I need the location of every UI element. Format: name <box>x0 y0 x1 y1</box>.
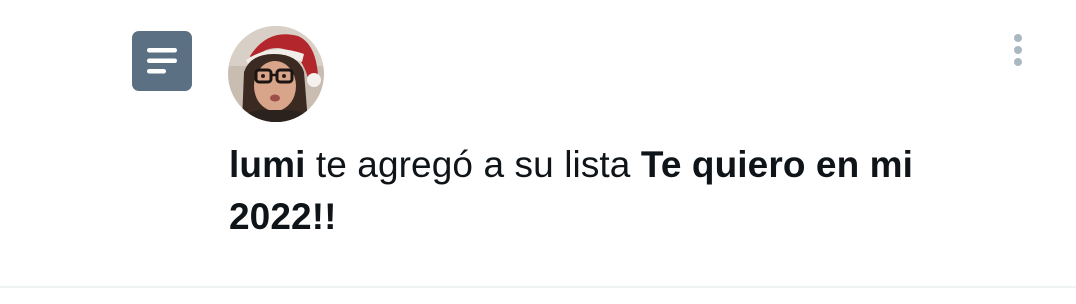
more-options-button[interactable] <box>1000 26 1036 74</box>
list-icon <box>132 31 192 91</box>
user-name[interactable]: lumi <box>229 144 305 185</box>
list-added-notification[interactable]: lumi te agregó a su lista Te quiero en m… <box>0 0 1076 286</box>
user-avatar[interactable] <box>228 26 324 122</box>
divider <box>0 286 1076 288</box>
more-vertical-icon <box>1014 34 1022 66</box>
notification-message: lumi te agregó a su lista Te quiero en m… <box>229 139 1029 243</box>
action-text: te agregó a su lista <box>305 144 641 185</box>
